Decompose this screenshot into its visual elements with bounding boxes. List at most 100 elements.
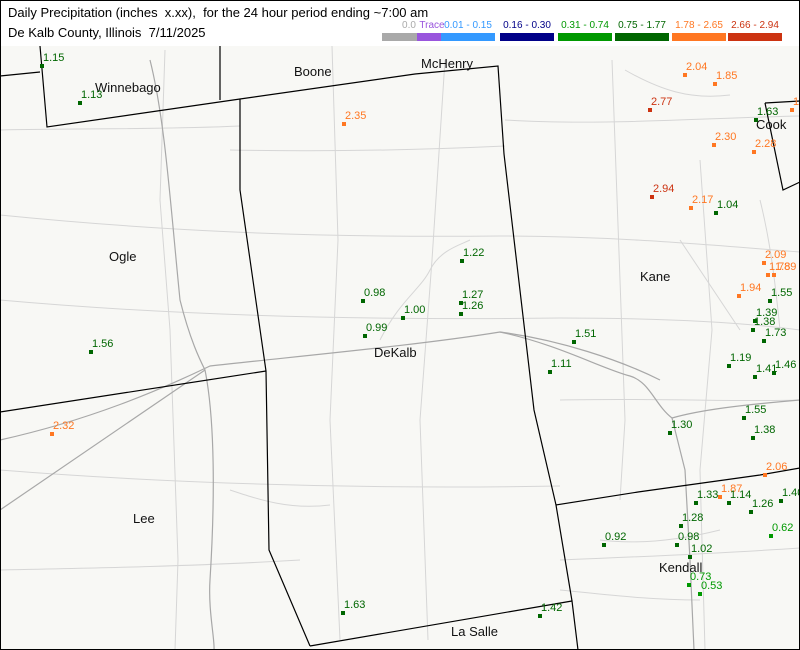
station-value: 1.19 <box>730 352 752 364</box>
station-marker[interactable] <box>602 543 606 547</box>
station-value: 1.14 <box>730 489 752 501</box>
station-marker[interactable] <box>668 431 672 435</box>
station-marker[interactable] <box>768 299 772 303</box>
station-marker[interactable] <box>675 543 679 547</box>
county-boone: Boone <box>294 64 332 79</box>
station-marker[interactable] <box>689 206 693 210</box>
station-value: 1.26 <box>752 498 774 510</box>
station-value: 1.55 <box>745 404 767 416</box>
station-marker[interactable] <box>790 108 794 112</box>
station-value: 0.98 <box>678 531 700 543</box>
station-value: 0.53 <box>701 580 723 592</box>
station-marker[interactable] <box>572 340 576 344</box>
station-marker[interactable] <box>727 501 731 505</box>
station-marker[interactable] <box>650 195 654 199</box>
legend-label: 0.16 - 0.30 <box>503 20 551 31</box>
county-kane: Kane <box>640 269 671 284</box>
legend-label: 0.31 - 0.74 <box>561 20 609 31</box>
station-value: 1.51 <box>575 328 597 340</box>
station-marker[interactable] <box>548 370 552 374</box>
map-title: Daily Precipitation (inches x.xx), for t… <box>8 5 429 20</box>
map-header: Daily Precipitation (inches x.xx), for t… <box>0 0 800 46</box>
station-marker[interactable] <box>363 334 367 338</box>
station-value: 2.77 <box>651 96 673 108</box>
station-marker[interactable] <box>679 524 683 528</box>
county-la-salle: La Salle <box>451 624 498 639</box>
legend-swatch <box>672 33 726 41</box>
station-value: 1.63 <box>757 106 779 118</box>
station-value: 1.73 <box>765 327 787 339</box>
station-marker[interactable] <box>712 143 716 147</box>
station-value: 1.13 <box>81 89 103 101</box>
station-marker[interactable] <box>538 614 542 618</box>
station-marker[interactable] <box>50 432 54 436</box>
station-marker[interactable] <box>727 364 731 368</box>
station-marker[interactable] <box>742 416 746 420</box>
station-marker[interactable] <box>753 375 757 379</box>
station-marker[interactable] <box>361 299 365 303</box>
county-mchenry: McHenry <box>421 56 474 71</box>
station-marker[interactable] <box>763 473 767 477</box>
county-ogle: Ogle <box>109 249 137 264</box>
station-marker[interactable] <box>762 339 766 343</box>
map-subtitle: De Kalb County, Illinois 7/11/2025 <box>8 25 206 40</box>
precipitation-map[interactable]: Winnebago Boone McHenry Ogle DeKalb Kane… <box>0 46 800 650</box>
station-value: 0.98 <box>364 287 386 299</box>
station-marker[interactable] <box>401 316 405 320</box>
station-value: 2.94 <box>653 183 675 195</box>
legend-item-0-16: 0.16 - 0.30 <box>498 20 556 41</box>
station-value: 0.92 <box>605 531 627 543</box>
station-marker[interactable] <box>769 534 773 538</box>
station-value: 2.09 <box>765 249 787 261</box>
station-value: 2.35 <box>345 110 367 122</box>
county-cook: Cook <box>756 117 787 132</box>
station-marker[interactable] <box>752 150 756 154</box>
station-marker[interactable] <box>772 273 776 277</box>
station-marker[interactable] <box>688 555 692 559</box>
legend-label: 1.78 - 2.65 <box>675 20 723 31</box>
station-value: 0.62 <box>772 522 794 534</box>
station-marker[interactable] <box>779 499 783 503</box>
county-dekalb: DeKalb <box>374 345 417 360</box>
station-marker[interactable] <box>40 64 44 68</box>
station-marker[interactable] <box>762 261 766 265</box>
station-value: 1.26 <box>462 300 484 312</box>
station-value: 1.55 <box>771 287 793 299</box>
legend-label: 0.75 - 1.77 <box>618 20 666 31</box>
station-marker[interactable] <box>751 328 755 332</box>
station-marker[interactable] <box>78 101 82 105</box>
station-marker[interactable] <box>648 108 652 112</box>
station-value: 2.04 <box>686 61 708 73</box>
station-marker[interactable] <box>772 371 776 375</box>
station-marker[interactable] <box>766 273 770 277</box>
legend-swatch <box>500 33 554 41</box>
station-marker[interactable] <box>89 350 93 354</box>
county-lee: Lee <box>133 511 155 526</box>
station-marker[interactable] <box>687 583 691 587</box>
station-marker[interactable] <box>714 211 718 215</box>
station-marker[interactable] <box>754 118 758 122</box>
station-value: 1 <box>793 96 800 108</box>
station-marker[interactable] <box>718 495 722 499</box>
legend-item-1-78: 1.78 - 2.65 <box>670 20 728 41</box>
station-marker[interactable] <box>713 82 717 86</box>
legend-item-0-01: 0.01 - 0.15 <box>439 20 497 41</box>
station-marker[interactable] <box>341 611 345 615</box>
station-value: 1.94 <box>740 282 762 294</box>
station-marker[interactable] <box>342 122 346 126</box>
station-value: 2.06 <box>766 461 788 473</box>
station-marker[interactable] <box>749 510 753 514</box>
station-marker[interactable] <box>460 259 464 263</box>
station-marker[interactable] <box>694 501 698 505</box>
station-marker[interactable] <box>751 436 755 440</box>
station-marker[interactable] <box>683 73 687 77</box>
station-marker[interactable] <box>459 312 463 316</box>
station-value: 1.85 <box>716 70 738 82</box>
station-value: 2.32 <box>53 420 75 432</box>
station-value: 1.02 <box>691 543 713 555</box>
station-value: 1.89 <box>775 261 797 273</box>
station-marker[interactable] <box>698 592 702 596</box>
station-marker[interactable] <box>737 294 741 298</box>
station-value: 2.17 <box>692 194 714 206</box>
legend-swatch <box>615 33 669 41</box>
